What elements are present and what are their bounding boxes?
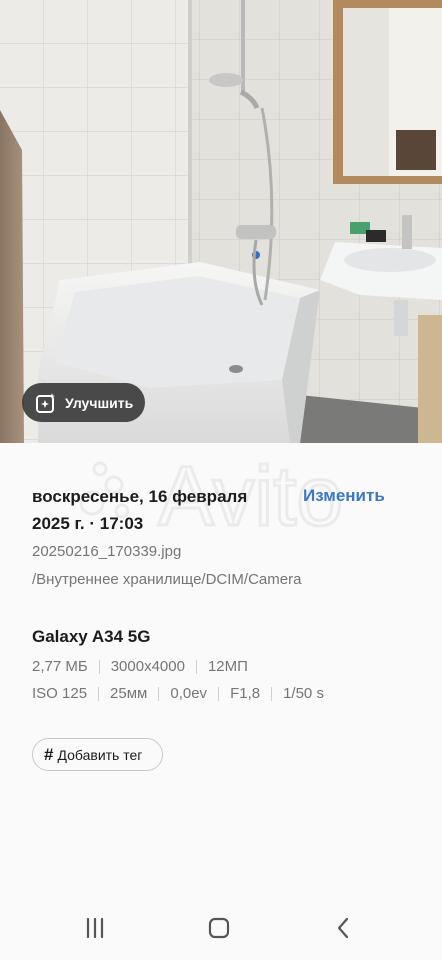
sparkle-enhance-icon: [35, 392, 57, 414]
file-name: 20250216_170339.jpg: [32, 543, 182, 560]
divider: [271, 686, 273, 701]
iso: ISO 125: [32, 685, 88, 702]
date-line-1: воскресенье, 16 февраля: [32, 487, 248, 506]
shutter-speed: 1/50 s: [283, 685, 324, 702]
hash-icon: #: [44, 744, 54, 764]
enhance-label: Улучшить: [65, 394, 134, 411]
bathroom-photo: [0, 0, 442, 443]
add-tag-button[interactable]: # Добавить тег: [32, 738, 163, 771]
add-tag-label: Добавить тег: [57, 746, 143, 763]
home-button[interactable]: [204, 914, 234, 942]
focal-length: 25мм: [110, 685, 148, 702]
divider: [218, 686, 220, 701]
device-name: Galaxy A34 5G: [32, 627, 151, 646]
edit-datetime-button[interactable]: Изменить: [303, 486, 385, 506]
exposure-value: 0,0ev: [170, 685, 208, 702]
date-line-2: 2025 г. · 17:03: [32, 514, 144, 533]
divider: [158, 686, 160, 701]
divider: [98, 686, 100, 701]
recent-apps-icon: [86, 918, 104, 938]
file-path: /Внутреннее хранилище/DCIM/Camera: [32, 571, 302, 588]
resolution: 3000x4000: [110, 658, 185, 675]
divider: [195, 659, 197, 674]
recent-apps-button[interactable]: [80, 914, 110, 942]
divider: [98, 659, 100, 674]
home-icon: [208, 917, 230, 939]
enhance-button[interactable]: Улучшить: [22, 383, 145, 422]
system-navigation-bar: [0, 896, 442, 960]
exposure-meta-row: ISO 125 25мм 0,0ev F1,8 1/50 s: [32, 685, 324, 702]
back-icon: [337, 917, 349, 939]
megapixels: 12МП: [207, 658, 248, 675]
photo-preview[interactable]: Улучшить: [0, 0, 442, 443]
photo-details-panel: Avito воскресенье, 16 февраля 2025 г. · …: [0, 443, 442, 960]
file-size: 2,77 МБ: [32, 658, 88, 675]
back-button[interactable]: [328, 914, 358, 942]
file-meta-row: 2,77 МБ 3000x4000 12МП: [32, 658, 248, 675]
aperture: F1,8: [230, 685, 261, 702]
